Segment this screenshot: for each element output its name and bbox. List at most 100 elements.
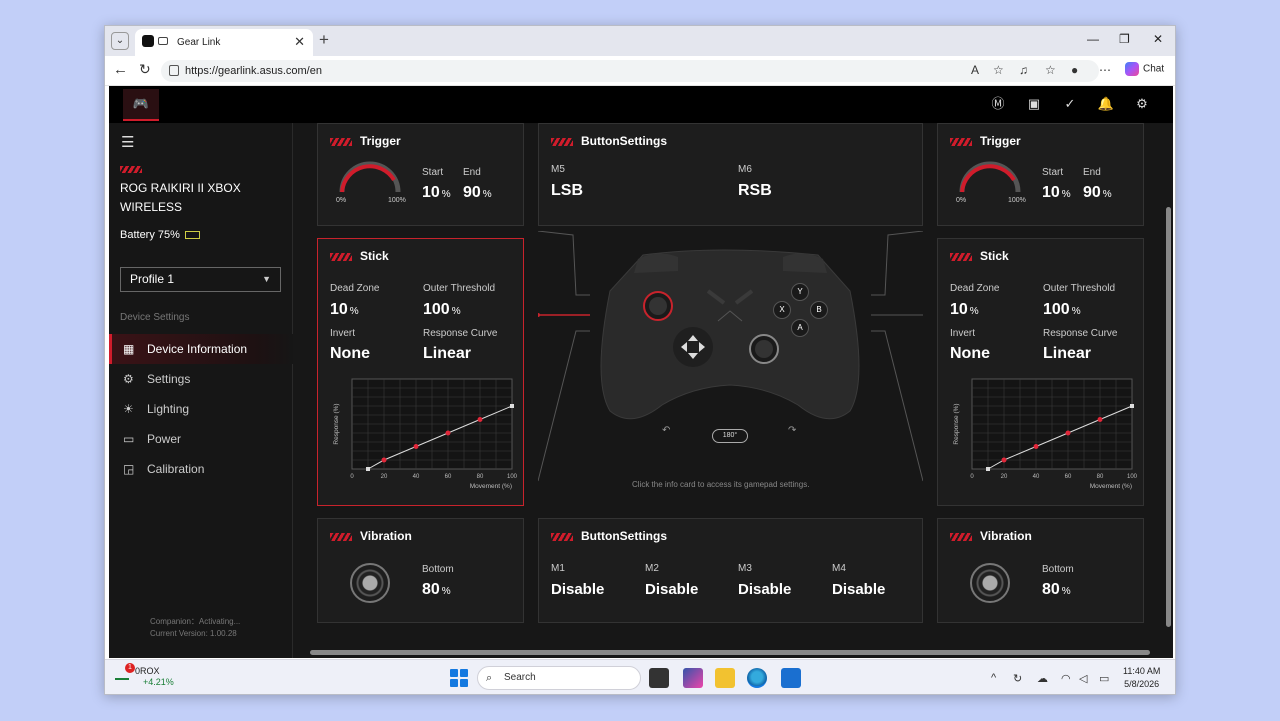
m5-label: M5 [551, 164, 565, 175]
sun-icon: ☀ [123, 402, 134, 416]
app-topbar: 🎮 Ⓜ ▣ ✓ 🔔 ⚙ [109, 86, 1173, 123]
media-icon[interactable]: ♫ [1019, 63, 1028, 77]
sync-icon[interactable]: ↻ [1013, 672, 1022, 685]
face-button-x: X [773, 301, 791, 319]
sidebar-item-lighting[interactable]: ☀ Lighting [109, 394, 293, 424]
vibration-motor-icon [350, 563, 390, 603]
settings-gear-icon[interactable]: ⚙ [1133, 95, 1151, 113]
start-windows-icon[interactable] [450, 669, 468, 687]
time: 11:40 AM [1123, 666, 1161, 676]
button-settings-card-bottom[interactable]: ButtonSettings M1 Disable M2 Disable M3 … [538, 518, 923, 623]
card-title-text: ButtonSettings [581, 529, 667, 543]
image-icon[interactable]: ▣ [1025, 95, 1043, 113]
task-view-icon[interactable] [649, 668, 669, 688]
start-label: Start [1042, 167, 1064, 178]
edge-browser-icon[interactable] [747, 668, 767, 688]
copilot-app-icon[interactable] [683, 668, 703, 688]
copilot-icon [1125, 62, 1139, 76]
macro-icon[interactable]: Ⓜ [989, 95, 1007, 113]
horizontal-scrollbar[interactable] [304, 649, 1164, 655]
trigger-gauge [339, 161, 401, 193]
sidebar-item-label: Settings [147, 372, 191, 386]
stick-card-right[interactable]: Stick Dead Zone 10% Outer Threshold 100%… [937, 238, 1144, 506]
trigger-card-left[interactable]: Trigger 0% 100% Start 10% End 90% [317, 123, 524, 226]
trigger-card-right[interactable]: Trigger 0% 100% Start 10% End 90% [937, 123, 1144, 226]
tab-gear-link[interactable]: Gear Link ✕ [135, 29, 313, 56]
refresh-icon[interactable]: ↻ [139, 61, 151, 78]
show-hidden-icons-icon[interactable]: ^ [991, 672, 996, 684]
restore-button[interactable]: ❐ [1119, 32, 1130, 46]
sidebar-item-settings[interactable]: ⚙ Settings [109, 364, 293, 394]
site-info-icon[interactable] [169, 65, 179, 76]
tab-title: Gear Link [177, 37, 221, 48]
outer-threshold-number: 100 [1043, 301, 1070, 318]
device-name: ROG RAIKIRI II XBOX WIRELESS [120, 181, 241, 214]
card-title: ButtonSettings [551, 529, 667, 543]
profile-value: Profile 1 [130, 272, 175, 286]
url-field[interactable]: https://gearlink.asus.com/en [161, 60, 1099, 82]
face-button-y: Y [791, 283, 809, 301]
close-tab-icon[interactable]: ✕ [294, 34, 305, 50]
url-text: https://gearlink.asus.com/en [185, 65, 322, 77]
tab-actions-button[interactable]: ⌄ [111, 32, 129, 50]
back-icon[interactable]: ← [113, 61, 128, 78]
rog-stripe-icon [950, 137, 972, 146]
sidebar-item-device-information[interactable]: ▦ Device Information [109, 334, 293, 364]
cloud-off-icon[interactable]: ☁ [1037, 672, 1048, 685]
notification-badge: 1 [125, 663, 135, 673]
vibration-card-right[interactable]: Vibration Bottom 80% [937, 518, 1144, 623]
file-explorer-icon[interactable] [715, 668, 735, 688]
rog-stripe-icon [950, 532, 972, 541]
dead-zone-label: Dead Zone [950, 283, 1000, 294]
profile-icon[interactable]: ● [1071, 63, 1078, 77]
menu-icon[interactable]: ☰ [121, 133, 134, 151]
m4-label: M4 [832, 563, 846, 574]
curve-endpoint [1130, 404, 1134, 408]
sidebar-item-label: Calibration [147, 462, 205, 476]
sidebar-item-calibration[interactable]: ◲ Calibration [109, 454, 293, 484]
start-number: 10 [422, 184, 440, 201]
new-tab-button[interactable]: + [319, 30, 329, 50]
sidebar-item-power[interactable]: ▭ Power [109, 424, 293, 454]
profile-select[interactable]: Profile 1 ▼ [120, 267, 281, 292]
invert-value: None [950, 345, 990, 362]
dead-zone-number: 10 [950, 301, 968, 318]
minimize-button[interactable]: — [1087, 32, 1099, 46]
read-aloud-icon[interactable]: A [971, 63, 979, 77]
search-placeholder: Search [504, 672, 536, 683]
stock-widget[interactable]: 1 0ROX +4.21% [115, 663, 174, 688]
system-clock[interactable]: 11:40 AM 5/8/2026 [1123, 665, 1160, 691]
x-axis-label: Movement (%) [1090, 483, 1132, 490]
stick-card-left[interactable]: Stick Dead Zone 10% Outer Threshold 100%… [317, 238, 524, 506]
card-title: Stick [950, 249, 1009, 263]
curve-point [1033, 444, 1039, 449]
volume-muted-icon[interactable]: ◁ [1079, 672, 1087, 685]
wifi-icon[interactable]: ◠ [1061, 672, 1071, 685]
vertical-scrollbar[interactable] [1165, 127, 1171, 642]
unit: % [451, 306, 461, 317]
gear-link-app: 🎮 Ⓜ ▣ ✓ 🔔 ⚙ ☰ ROG RAIKIRI II XBOX WIRELE… [109, 86, 1173, 658]
copilot-chat-button[interactable]: Chat [1125, 62, 1164, 76]
favorite-star-icon[interactable]: ☆ [993, 63, 1004, 77]
favorites-icon[interactable]: ☆ [1045, 63, 1056, 77]
battery-tray-icon[interactable]: ▭ [1099, 672, 1109, 685]
scrollbar-thumb[interactable] [310, 650, 1150, 655]
taskbar-search[interactable]: ⌕ Search [477, 666, 641, 690]
notification-bell-icon[interactable]: 🔔 [1097, 95, 1115, 113]
close-window-button[interactable]: ✕ [1153, 32, 1163, 46]
check-icon[interactable]: ✓ [1061, 95, 1079, 113]
vibration-card-left[interactable]: Vibration Bottom 80% [317, 518, 524, 623]
more-icon[interactable]: ⋯ [1099, 63, 1111, 77]
bottom-label: Bottom [422, 564, 454, 575]
rotate-left-arrow-icon: ↶ [662, 425, 671, 436]
curve-endpoint [366, 467, 370, 471]
asus-favicon-icon [142, 35, 154, 47]
dead-zone-value: 10% [950, 301, 979, 319]
scrollbar-thumb[interactable] [1166, 207, 1171, 627]
rotate-control[interactable]: 180° [712, 429, 748, 443]
device-app-button[interactable]: 🎮 [123, 89, 159, 121]
grid-icon: ▦ [123, 342, 135, 356]
button-settings-card-top[interactable]: ButtonSettings M5 LSB M6 RSB [538, 123, 923, 226]
controller-device-icon: 🎮 [132, 96, 150, 111]
microsoft-store-icon[interactable] [781, 668, 801, 688]
